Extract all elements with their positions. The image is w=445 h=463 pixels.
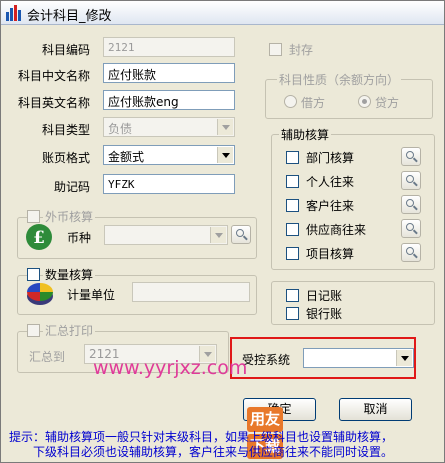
cancel-button[interactable]: 取消 <box>339 398 412 421</box>
svg-text:£: £ <box>33 228 45 248</box>
seal-label: 封存 <box>289 43 314 57</box>
aux-project-checkbox[interactable] <box>286 247 299 260</box>
code-label: 科目编码 <box>42 43 91 57</box>
currency-label: 币种 <box>67 231 92 245</box>
cn-name-field[interactable]: 应付账款 <box>103 63 235 83</box>
bank-book-checkbox[interactable] <box>286 307 299 320</box>
summary-checkbox <box>27 324 40 337</box>
chevron-down-icon[interactable] <box>217 147 233 163</box>
quantity-pie-icon <box>27 283 53 305</box>
en-name-field[interactable]: 应付账款eng <box>103 90 235 110</box>
aux-dept-search-button[interactable] <box>401 147 421 166</box>
currency-search-button[interactable] <box>231 225 251 244</box>
type-label: 科目类型 <box>42 123 91 137</box>
type-combo: 负债 <box>103 117 235 137</box>
format-value: 金额式 <box>108 150 145 164</box>
aux-supplier-search-button[interactable] <box>401 219 421 238</box>
aux-supplier-label: 供应商往来 <box>306 223 367 237</box>
day-book-checkbox[interactable] <box>286 289 299 302</box>
hint-line-1: 提示：辅助核算项一般只针对末级科目，如果上级科目也设置辅助核算， <box>9 430 394 444</box>
day-book-label: 日记账 <box>306 289 343 303</box>
debit-label: 借方 <box>301 96 326 110</box>
watermark-text: www.yyrjxz.com <box>93 357 248 379</box>
mnemonic-label: 助记码 <box>54 180 91 194</box>
currency-pound-icon: £ <box>26 224 52 250</box>
cn-name-label: 科目中文名称 <box>18 69 91 83</box>
type-value: 负债 <box>108 122 133 136</box>
unit-field <box>132 282 250 302</box>
aux-customer-checkbox[interactable] <box>286 199 299 212</box>
credit-label: 贷方 <box>375 96 400 110</box>
aux-project-label: 项目核算 <box>306 247 355 261</box>
aux-customer-search-button[interactable] <box>401 195 421 214</box>
hint-line-2: 下级科目必须也设辅助核算，客户往来与供应商往来不能同时设置。 <box>33 445 394 459</box>
title-bar[interactable]: 会计科目_修改 <box>1 1 444 25</box>
aux-dept-checkbox[interactable] <box>286 151 299 164</box>
debit-radio <box>284 95 297 108</box>
dialog-window: 会计科目_修改 科目编码 2121 科目中文名称 应付账款 科目英文名称 应付账… <box>0 0 445 463</box>
bank-book-label: 银行账 <box>306 307 343 321</box>
aux-person-label: 个人往来 <box>306 175 355 189</box>
credit-radio <box>358 95 371 108</box>
summary-title: 汇总打印 <box>43 322 96 339</box>
mnemonic-field[interactable]: YFZK <box>103 174 235 194</box>
seal-checkbox <box>269 43 282 56</box>
chevron-down-icon <box>210 227 226 243</box>
aux-customer-label: 客户往来 <box>306 199 355 213</box>
app-bars-icon <box>6 5 21 21</box>
unit-label: 计量单位 <box>67 288 116 302</box>
en-name-label: 科目英文名称 <box>18 96 91 110</box>
format-label: 账页格式 <box>42 151 91 165</box>
aux-person-search-button[interactable] <box>401 171 421 190</box>
logo-top: 用友 <box>247 407 283 432</box>
aux-person-checkbox[interactable] <box>286 175 299 188</box>
chevron-down-icon <box>217 119 233 135</box>
format-combo[interactable]: 金额式 <box>103 145 235 165</box>
foreign-checkbox <box>27 210 40 223</box>
controlled-system-combo[interactable] <box>303 348 414 368</box>
hint-text: 提示：辅助核算项一般只针对末级科目，如果上级科目也设置辅助核算， 下级科目必须也… <box>9 430 439 460</box>
aux-supplier-checkbox[interactable] <box>286 223 299 236</box>
aux-dept-label: 部门核算 <box>306 151 355 165</box>
controlled-system-label: 受控系统 <box>242 353 291 367</box>
window-title: 会计科目_修改 <box>27 9 112 24</box>
summary-to-label: 汇总到 <box>29 350 66 364</box>
code-field: 2121 <box>103 37 235 57</box>
chevron-down-icon[interactable] <box>396 350 412 366</box>
aux-title: 辅助核算 <box>279 126 332 143</box>
currency-combo <box>104 225 228 245</box>
nature-title: 科目性质（余额方向） <box>277 71 402 88</box>
aux-project-search-button[interactable] <box>401 243 421 262</box>
